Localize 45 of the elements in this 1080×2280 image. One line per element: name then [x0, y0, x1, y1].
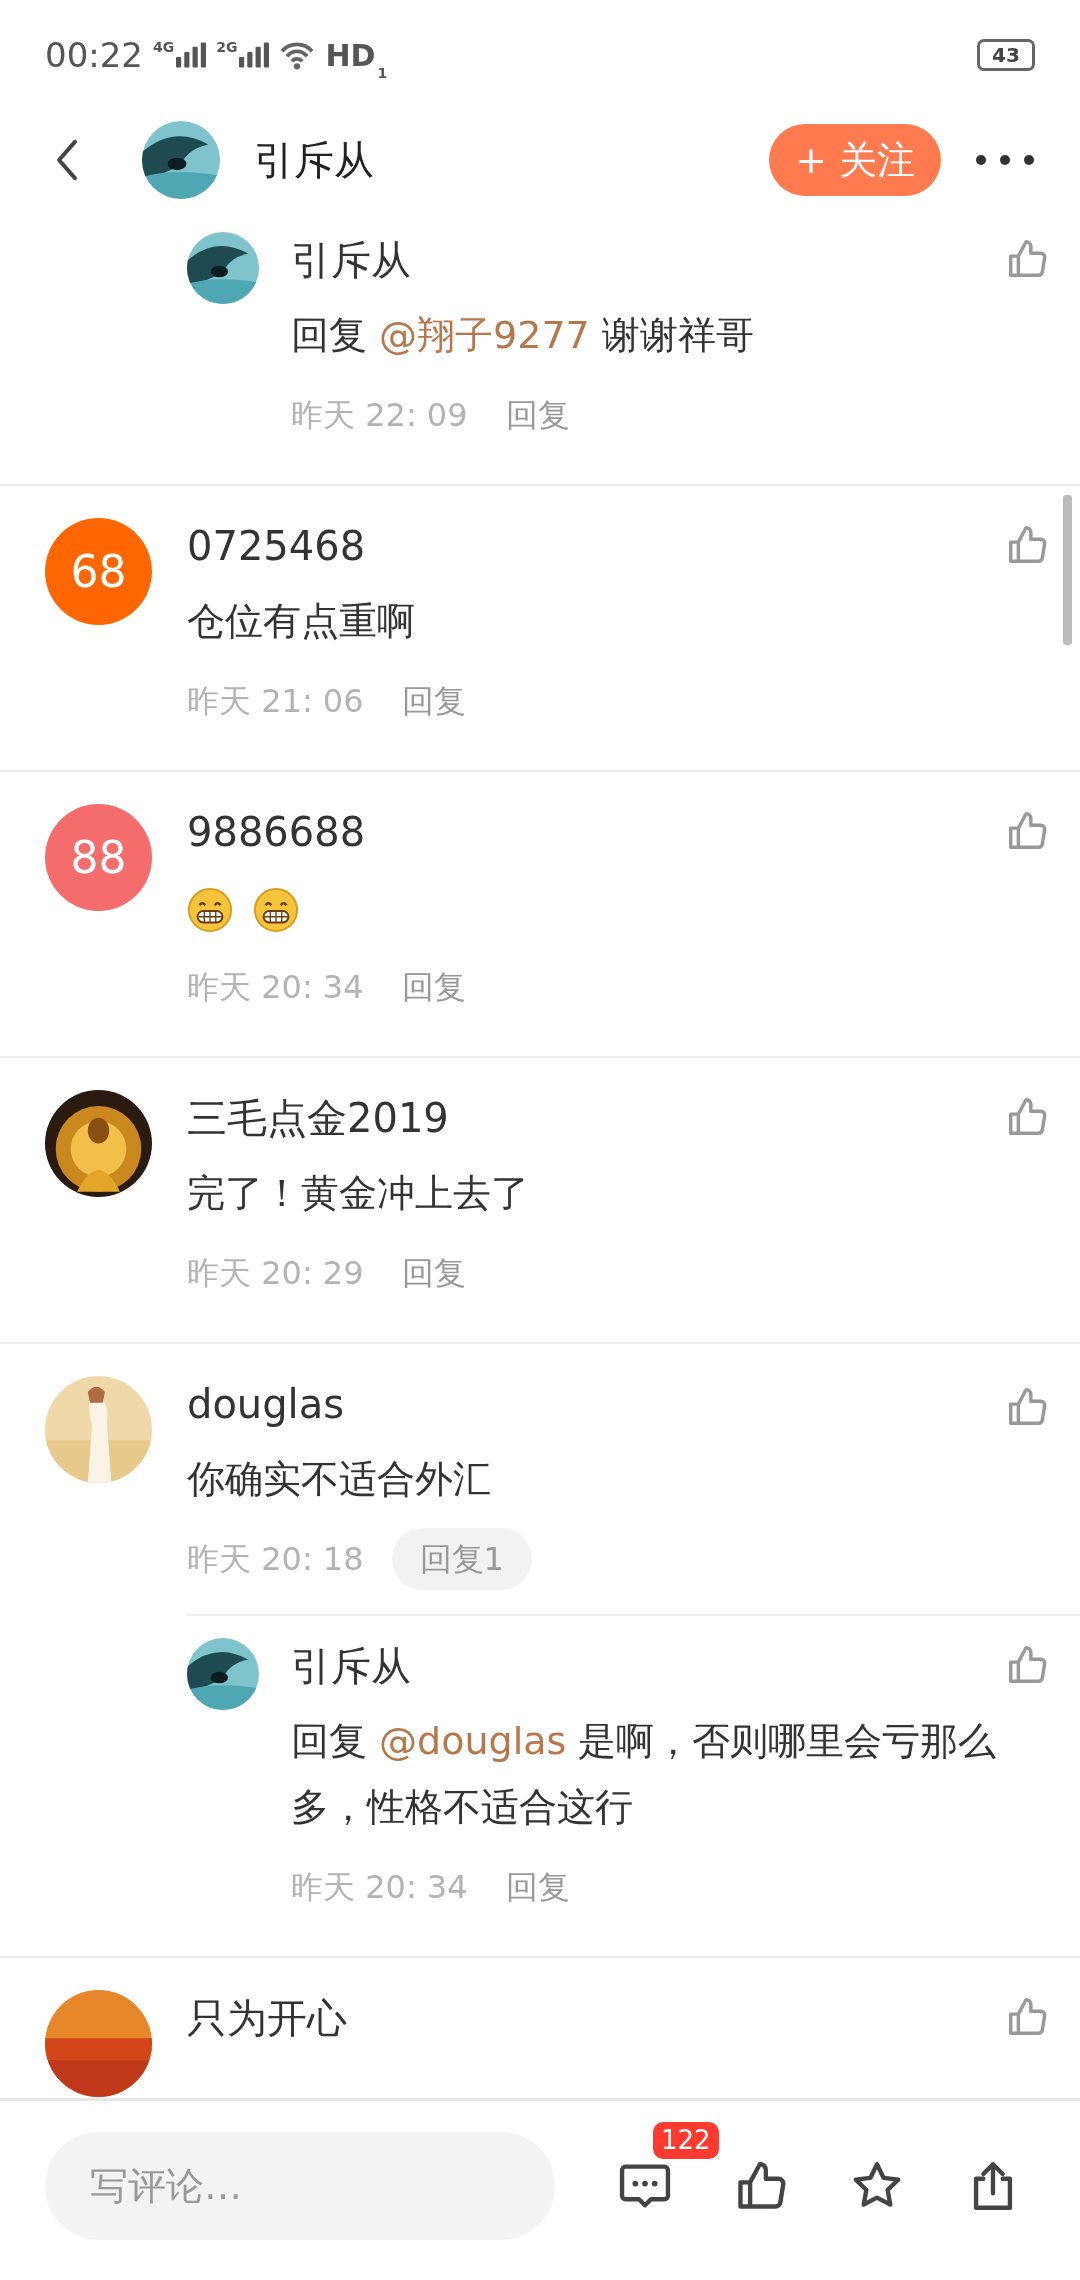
comment-time: 昨天 22: 09 — [291, 395, 468, 436]
grinning-emoji-icon — [253, 886, 299, 933]
signal-icon — [176, 40, 207, 70]
comment-text: 完了！黄金冲上去了 — [187, 1170, 530, 1217]
comment-time: 昨天 20: 34 — [187, 967, 364, 1008]
reply-button[interactable]: 回复 — [505, 1863, 570, 1911]
reply-button[interactable]: 回复 — [401, 677, 466, 725]
comment-text: 仓位有点重啊 — [187, 598, 416, 645]
scrollbar[interactable] — [1063, 495, 1072, 645]
comment-count-badge: 122 — [653, 2121, 719, 2160]
mention-link[interactable]: @翔子9277 — [379, 313, 590, 357]
follow-button[interactable]: + 关注 — [769, 124, 941, 196]
comment-time: 昨天 20: 18 — [187, 1539, 364, 1580]
avatar[interactable]: 88 — [45, 804, 152, 911]
avatar[interactable]: 68 — [45, 518, 152, 625]
comment-time: 昨天 20: 29 — [187, 1253, 364, 1294]
user-name[interactable]: 引斥从 — [291, 232, 1004, 288]
profile-name: 引斥从 — [254, 136, 374, 185]
reply-button[interactable]: 回复 — [505, 391, 570, 439]
hd-label: HD — [325, 36, 376, 75]
comment-text: 你确实不适合外汇 — [187, 1456, 492, 1503]
comment-text: 回复 @douglas 是啊，否则哪里会亏那么多，性格不适合这行 — [291, 1718, 998, 1831]
network-label: 4G — [153, 40, 175, 54]
comment-text: 回复 @翔子9277 谢谢祥哥 — [291, 312, 755, 359]
user-name[interactable]: 三毛点金2019 — [187, 1090, 1004, 1146]
user-name[interactable]: 引斥从 — [291, 1638, 1004, 1694]
network-label: 2G — [216, 40, 238, 54]
user-name[interactable]: douglas — [187, 1376, 1080, 1432]
signal-icon — [239, 40, 270, 70]
grinning-emoji-icon — [187, 886, 233, 933]
reply-button[interactable]: 回复1 — [391, 1528, 532, 1590]
mention-link[interactable]: @douglas — [379, 1719, 567, 1763]
user-name[interactable]: 0725468 — [187, 518, 1004, 574]
comment-time: 昨天 21: 06 — [187, 681, 364, 722]
more-icon[interactable] — [975, 154, 1035, 166]
battery-level: 43 — [992, 45, 1020, 65]
sim-label: 1 — [377, 64, 388, 83]
wifi-icon — [279, 40, 316, 70]
user-name[interactable]: 9886688 — [187, 804, 1004, 860]
comment-time: 昨天 20: 34 — [291, 1867, 468, 1908]
reply-button[interactable]: 回复 — [401, 963, 466, 1011]
reply-button[interactable]: 回复 — [401, 1249, 466, 1297]
user-name[interactable]: 只为开心 — [187, 1990, 1004, 2046]
comment-input-field[interactable]: 写评论… — [45, 2131, 555, 2240]
status-time: 00:22 — [45, 33, 143, 77]
